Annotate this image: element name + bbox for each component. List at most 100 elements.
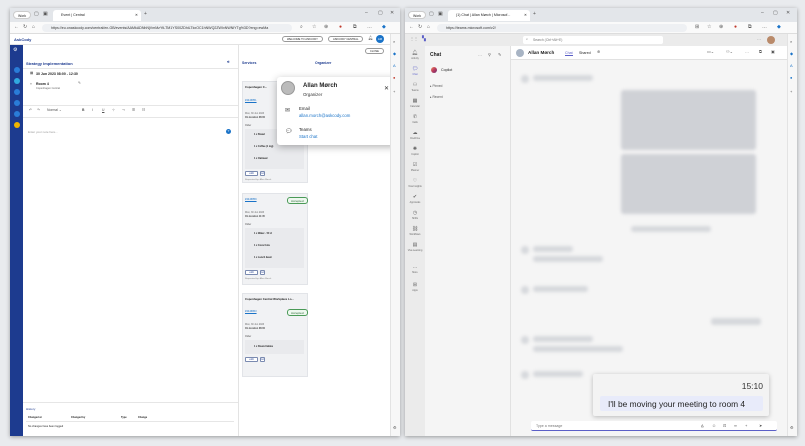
addon-icon[interactable]: ● bbox=[339, 25, 342, 30]
copilot-chat-item[interactable]: Copilot bbox=[441, 68, 452, 72]
filter-icon[interactable]: ⚲ bbox=[488, 53, 491, 57]
undo-icon[interactable]: ↶ bbox=[29, 108, 32, 112]
rail-reports-icon[interactable] bbox=[13, 122, 20, 128]
sidebar-search-icon[interactable]: ⌕ bbox=[393, 40, 395, 44]
maximize-icon[interactable]: ▢ bbox=[773, 11, 778, 16]
tab-chat[interactable]: Chat bbox=[565, 51, 573, 56]
compose-input[interactable]: Type a message bbox=[536, 424, 562, 428]
tab-close-icon[interactable]: ✕ bbox=[524, 10, 527, 21]
numbered-list-icon[interactable]: ☷ bbox=[142, 108, 145, 112]
service-id-link[interactable]: #4446863 bbox=[245, 310, 257, 313]
sidebar-outlook-icon[interactable]: A bbox=[393, 64, 396, 68]
send-icon[interactable]: ➤ bbox=[759, 423, 762, 428]
gear-icon[interactable]: ⚙ bbox=[13, 48, 17, 53]
favorite-icon[interactable]: ☆ bbox=[707, 25, 711, 30]
bold-icon[interactable]: B bbox=[82, 108, 84, 112]
service-id-link[interactable]: #4446851 bbox=[245, 99, 257, 102]
nav-more[interactable]: … More bbox=[405, 264, 425, 274]
message-bubble[interactable]: I'll be moving your meeting to room 4 bbox=[600, 396, 763, 411]
start-chat-link[interactable]: Start chat bbox=[299, 134, 317, 139]
settings-more-icon[interactable]: … bbox=[762, 25, 767, 30]
attach-icon[interactable]: + bbox=[745, 423, 747, 428]
nav-activity[interactable]: 🔔︎ Activity bbox=[405, 50, 425, 60]
loop-icon[interactable]: ∞ bbox=[734, 423, 737, 428]
speaker-icon[interactable]: 🔊︎ bbox=[227, 60, 230, 64]
new-tab-icon[interactable]: + bbox=[144, 12, 147, 17]
collections-icon[interactable]: ⧉ bbox=[353, 25, 357, 30]
chat-details-icon[interactable]: ▣ bbox=[771, 50, 775, 54]
sticker-icon[interactable]: ⊡ bbox=[723, 423, 726, 428]
nav-apps[interactable]: ⊞ Apps bbox=[405, 282, 425, 292]
tab-teams-chat[interactable]: (1) Chat | Allan Mørch | Microsof... ✕ bbox=[448, 10, 530, 21]
refresh-icon[interactable]: ↻ bbox=[23, 25, 27, 30]
sidebar-settings-icon[interactable]: ⚙ bbox=[790, 426, 794, 430]
window-close-icon[interactable]: ✕ bbox=[786, 11, 790, 16]
app-launcher-icon[interactable]: ⋮⋮ bbox=[410, 37, 418, 41]
home-icon[interactable]: ⌂ bbox=[32, 25, 35, 30]
favorite-icon[interactable]: ☆ bbox=[312, 25, 316, 30]
sidebar-tools-icon[interactable]: ● bbox=[393, 76, 395, 80]
minimize-icon[interactable]: – bbox=[365, 11, 368, 16]
delete-order-icon[interactable]: ⊟ bbox=[260, 357, 265, 362]
redo-icon[interactable]: ↷ bbox=[37, 108, 40, 112]
emoji-icon[interactable]: ☺ bbox=[712, 423, 716, 428]
tab-shared[interactable]: Shared bbox=[579, 51, 591, 55]
recent-section[interactable]: ▸ Recent bbox=[430, 95, 443, 99]
rail-visitors-icon[interactable] bbox=[13, 111, 20, 117]
nav-chat[interactable]: 💬︎ Chat bbox=[405, 66, 425, 76]
new-tab-icon[interactable]: + bbox=[533, 12, 536, 17]
extensions-icon[interactable]: ⊕ bbox=[719, 25, 723, 30]
tab-askcody-event[interactable]: Event | Central ✕ bbox=[53, 10, 141, 21]
tab-actions-icon[interactable]: ▣ bbox=[438, 12, 443, 17]
nav-workflows[interactable]: ⛓ Workflows bbox=[405, 226, 425, 236]
format-icon[interactable]: A̲ bbox=[701, 423, 704, 428]
sidebar-tools-icon[interactable]: ● bbox=[790, 76, 792, 80]
close-button[interactable]: CLOSE bbox=[365, 48, 384, 54]
settings-more-icon[interactable]: … bbox=[367, 25, 372, 30]
nav-teams[interactable]: ⚇ Teams bbox=[405, 82, 425, 92]
home-icon[interactable]: ⌂ bbox=[427, 25, 430, 30]
nav-onedrive[interactable]: ☁ OneDrive bbox=[405, 130, 425, 140]
rail-rooms-icon[interactable] bbox=[13, 89, 20, 95]
edit-order-button[interactable]: edit bbox=[245, 171, 258, 176]
conversation-more-icon[interactable]: … bbox=[745, 50, 749, 54]
sidebar-search-icon[interactable]: ⌕ bbox=[790, 40, 792, 44]
chat-more-icon[interactable]: … bbox=[478, 53, 482, 57]
nav-copilot[interactable]: ✺ Copilot bbox=[405, 146, 425, 156]
tab-actions-icon[interactable]: ▣ bbox=[43, 12, 48, 17]
sidebar-add-icon[interactable]: + bbox=[790, 90, 792, 94]
sidebar-shopping-icon[interactable]: ◆ bbox=[790, 52, 793, 56]
avatar[interactable]: AM bbox=[376, 35, 384, 43]
nav-calls[interactable]: ✆ Calls bbox=[405, 114, 425, 124]
delete-order-icon[interactable]: ⊟ bbox=[260, 171, 265, 176]
edge-copilot-icon[interactable]: ◆ bbox=[777, 25, 781, 30]
email-link[interactable]: allan.morch@askcody.com bbox=[299, 113, 350, 118]
popout-icon[interactable]: ⧉ bbox=[759, 50, 762, 54]
link-icon[interactable]: ⊸ bbox=[122, 108, 125, 112]
strikethrough-icon[interactable]: ⊹ bbox=[112, 108, 115, 112]
maximize-icon[interactable]: ▢ bbox=[378, 11, 383, 16]
window-close-icon[interactable]: ✕ bbox=[390, 11, 394, 16]
notification-icon[interactable]: 🔔︎ bbox=[368, 36, 373, 40]
paragraph-style-dropdown[interactable]: Normal ⌄ bbox=[47, 108, 62, 112]
addon-icon[interactable]: ● bbox=[734, 25, 737, 30]
url-field[interactable]: https://eu.onaskcody.com/central/en-GB/e… bbox=[42, 24, 292, 32]
rail-dashboard-icon[interactable] bbox=[13, 67, 20, 73]
bullet-list-icon[interactable]: ☰ bbox=[132, 108, 135, 112]
refresh-icon[interactable]: ↻ bbox=[418, 25, 422, 30]
service-id-link[interactable]: #4446859 bbox=[245, 198, 257, 201]
help-icon[interactable]: ? bbox=[226, 129, 231, 134]
delete-order-icon[interactable]: ⊟ bbox=[260, 270, 265, 275]
back-icon[interactable]: ← bbox=[14, 25, 19, 30]
add-tab-icon[interactable]: ⊕ bbox=[597, 50, 600, 54]
collections-icon[interactable]: ⧉ bbox=[748, 25, 752, 30]
reading-view-icon[interactable]: ⊞ bbox=[695, 25, 699, 30]
teams-search-input[interactable]: Search (Ctrl+Alt+E) bbox=[523, 36, 663, 44]
profile-button[interactable]: Work bbox=[13, 11, 32, 19]
nav-calendar[interactable]: ▦ Calendar bbox=[405, 98, 425, 108]
extensions-icon[interactable]: ⊕ bbox=[324, 25, 328, 30]
sidebar-outlook-icon[interactable]: A bbox=[790, 64, 793, 68]
service-card[interactable]: #4446859 Accepted Mon, 30 Jun 2023 On lo… bbox=[242, 193, 308, 285]
minimize-icon[interactable]: – bbox=[761, 11, 764, 16]
pinned-section[interactable]: ▸ Pinned bbox=[430, 84, 442, 88]
